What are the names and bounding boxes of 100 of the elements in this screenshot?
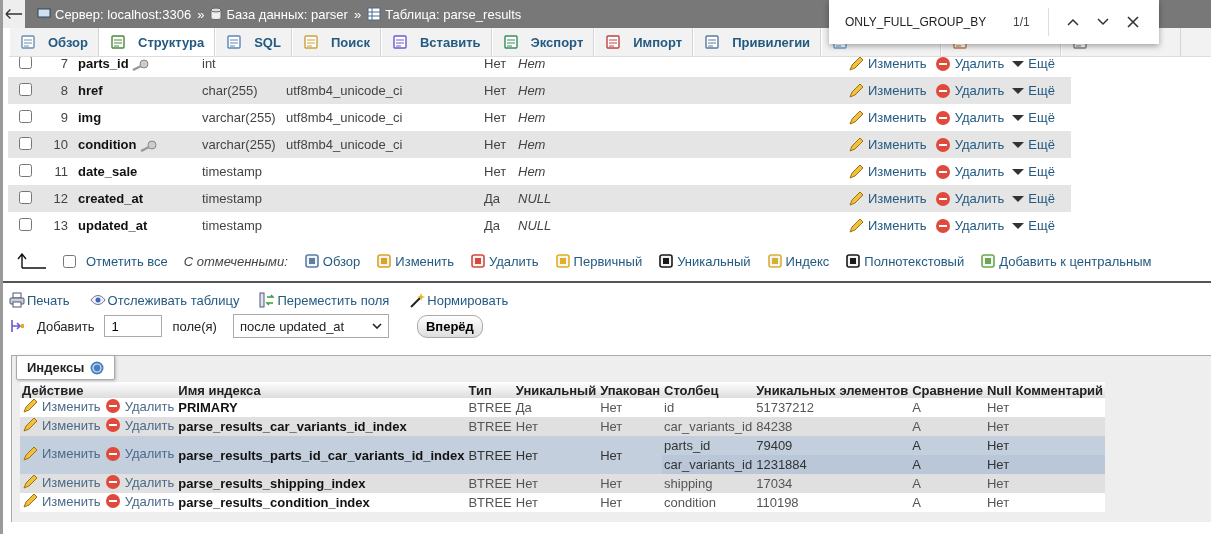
go-button[interactable]: Вперёд (416, 314, 483, 338)
edit-link[interactable]: Изменить (848, 57, 927, 72)
caret-icon (1012, 140, 1025, 149)
bulk-action-button[interactable]: Изменить (376, 253, 454, 269)
edit-link[interactable]: Изменить (848, 163, 927, 180)
row-checkbox[interactable] (18, 82, 32, 96)
delete-link[interactable]: Удалить (934, 57, 1005, 72)
row-checkbox[interactable] (18, 190, 32, 204)
delete-link[interactable]: Удалить (934, 217, 1005, 234)
help-icon[interactable] (90, 360, 105, 375)
field-count-input[interactable]: 1 (104, 315, 163, 337)
tab[interactable]: Экспорт (491, 28, 595, 56)
caret-icon (1012, 221, 1025, 230)
index-column: parts_id (664, 438, 711, 453)
bulk-action-button[interactable]: Полнотекстовый (845, 253, 965, 269)
arrow-up-icon (17, 253, 47, 269)
column-default: Нет (518, 110, 546, 125)
more-dropdown[interactable]: Ещё (1012, 57, 1055, 71)
row-checkbox[interactable] (18, 57, 32, 69)
column-header: Упакован (600, 382, 661, 398)
tab[interactable]: Вставить (380, 28, 492, 56)
check-all-checkbox[interactable] (63, 254, 76, 268)
more-dropdown[interactable]: Ещё (1012, 137, 1055, 152)
edit-link[interactable]: Изменить (848, 82, 927, 99)
column-name: href (78, 83, 103, 98)
check-all-link[interactable]: Отметить все (86, 253, 168, 269)
index-type: BTREE (468, 400, 512, 415)
column-name: parts_id (78, 57, 129, 71)
column-default: Нет (518, 57, 546, 71)
tool-link[interactable]: Печать (9, 292, 70, 308)
column-collation: utf8mb4_unicode_ci (286, 110, 403, 125)
row-checkbox[interactable] (18, 109, 32, 123)
index-null: Нет (986, 495, 1010, 510)
more-dropdown[interactable]: Ещё (1012, 164, 1055, 179)
index-unique: Нет (515, 447, 538, 463)
index-cardinality: 17034 (756, 476, 793, 491)
column-null: Да (484, 218, 501, 233)
chevron-up-icon[interactable] (1066, 18, 1079, 26)
column-type: int (202, 57, 216, 71)
tab[interactable]: Структура (99, 28, 216, 56)
tab[interactable]: Привилегии (693, 28, 822, 56)
bulk-action-button[interactable]: Уникальный (658, 253, 751, 269)
tool-link[interactable]: Переместить поля (259, 292, 390, 308)
column-default: Нет (518, 137, 546, 152)
breadcrumb-separator: » (197, 6, 205, 22)
index-null: Нет (986, 476, 1010, 491)
breadcrumb-link[interactable]: Сервер: localhost:3306 (55, 6, 192, 22)
index-name: parse_results_condition_index (178, 495, 370, 510)
tab[interactable]: Обзор (9, 28, 99, 56)
row-checkbox[interactable] (18, 136, 32, 150)
index-column: condition (664, 495, 717, 510)
find-query[interactable]: ONLY_FULL_GROUP_BY (845, 15, 995, 29)
column-name: updated_at (78, 218, 148, 233)
caret-icon (1012, 167, 1025, 176)
index-packed: Нет (600, 476, 623, 491)
edit-link[interactable]: Изменить (848, 136, 927, 153)
bulk-action-button[interactable]: Обзор (303, 253, 361, 269)
index-name: parse_results_shipping_index (178, 476, 366, 491)
row-checkbox[interactable] (18, 163, 32, 177)
index-packed: Нет (600, 447, 623, 463)
more-dropdown[interactable]: Ещё (1012, 110, 1055, 125)
bulk-action-button[interactable]: Первичный (554, 253, 643, 269)
more-dropdown[interactable]: Ещё (1012, 83, 1055, 98)
delete-link[interactable]: Удалить (934, 109, 1005, 126)
index-type: BTREE (468, 447, 512, 463)
wand-icon (409, 292, 426, 308)
column-number: 7 (60, 57, 68, 71)
delete-link[interactable]: Удалить (934, 163, 1005, 180)
column-type: char(255) (202, 83, 258, 98)
edit-link[interactable]: Изменить (848, 109, 927, 126)
delete-link[interactable]: Удалить (934, 190, 1005, 207)
delete-link[interactable]: Удалить (934, 82, 1005, 99)
index-column: car_variants_id (664, 419, 753, 434)
bulk-action-button[interactable]: Добавить к центральным (980, 253, 1152, 269)
delete-link[interactable]: Удалить (934, 136, 1005, 153)
edit-link[interactable]: Изменить (848, 217, 927, 234)
column-default: Нет (518, 83, 546, 98)
breadcrumb-link[interactable]: База данных: parser (226, 6, 348, 22)
tab[interactable]: Импорт (594, 28, 694, 56)
column-null: Нет (484, 110, 507, 125)
breadcrumb-link[interactable]: Таблица: parse_results (385, 6, 522, 22)
edit-link[interactable]: Изменить (848, 190, 927, 207)
tab[interactable]: SQL (215, 28, 292, 56)
index-unique: Да (515, 400, 532, 415)
position-select[interactable]: после updated_at (232, 314, 389, 338)
close-icon[interactable] (1126, 16, 1139, 28)
more-dropdown[interactable]: Ещё (1012, 218, 1055, 233)
column-header: Сравнение (912, 382, 983, 398)
tab[interactable]: Поиск (291, 28, 381, 56)
index-type: BTREE (468, 476, 512, 491)
bulk-action-button[interactable]: Индекс (766, 253, 830, 269)
tool-link[interactable]: Отслеживать таблицу (89, 292, 240, 308)
chevron-down-icon[interactable] (1096, 18, 1109, 26)
index-collation: A (912, 400, 921, 415)
tool-link[interactable]: Нормировать (409, 292, 509, 308)
row-checkbox[interactable] (18, 217, 32, 231)
column-header: Столбец (664, 382, 719, 398)
bulk-action-button[interactable]: Удалить (469, 253, 539, 269)
more-dropdown[interactable]: Ещё (1012, 191, 1055, 206)
breadcrumb-separator: » (353, 6, 362, 22)
